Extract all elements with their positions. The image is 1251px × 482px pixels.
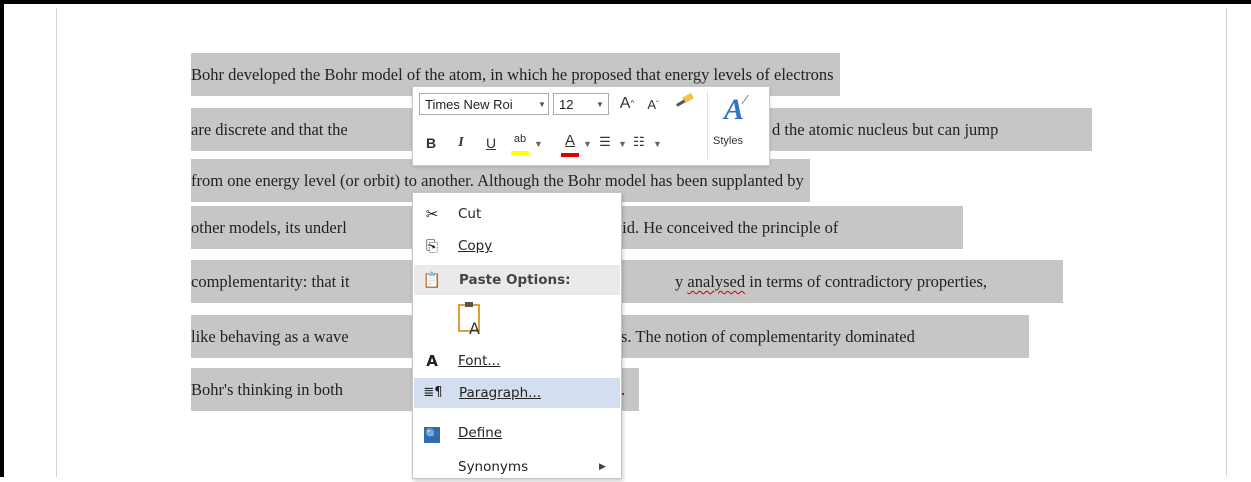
chevron-down-icon[interactable]: ▼ xyxy=(534,139,543,149)
chevron-down-icon[interactable]: ▼ xyxy=(583,139,592,149)
doc-line-5[interactable]: complementarity: that it y analysed in t… xyxy=(191,260,1063,303)
highlight-icon: ab xyxy=(513,133,527,145)
format-painter-icon xyxy=(676,92,694,107)
doc-line-text: other models, its underl xyxy=(191,218,347,237)
doc-line-text: Bohr's thinking in both xyxy=(191,380,343,399)
menu-item-label: Font... xyxy=(458,353,501,369)
menu-item-label: Define xyxy=(458,425,503,441)
misspelled-word[interactable]: analysed xyxy=(687,272,745,291)
numbering-button[interactable]: ☷ xyxy=(629,132,649,152)
font-color-icon: A xyxy=(564,132,575,149)
menu-header-paste-options: 📋 Paste Options: xyxy=(414,265,620,295)
bold-button[interactable]: B xyxy=(423,133,439,153)
svg-text:A: A xyxy=(469,319,480,337)
chevron-down-icon[interactable]: ▼ xyxy=(618,139,627,149)
menu-item-paragraph[interactable]: ≣¶ Paragraph... xyxy=(414,378,620,408)
doc-line-text: are discrete and that the xyxy=(191,120,348,139)
copy-icon: ⎘ xyxy=(425,237,438,255)
underline-icon: U xyxy=(485,135,497,151)
shrink-font-button[interactable]: Aˇ xyxy=(643,95,663,115)
bullets-icon: ☰ xyxy=(599,134,611,149)
doc-line-text: like behaving as a wave xyxy=(191,327,349,346)
styles-button[interactable]: Styles xyxy=(713,135,743,147)
doc-line-text: y xyxy=(675,272,688,291)
menu-item-label: Copy xyxy=(458,238,493,254)
bullets-button[interactable]: ☰ xyxy=(595,132,615,152)
chevron-down-icon[interactable]: ▼ xyxy=(653,139,662,149)
styles-label: Styles xyxy=(713,135,743,147)
font-color-swatch xyxy=(561,153,579,157)
font-name-combobox[interactable]: Times New Roi ▼ xyxy=(419,93,549,115)
font-name-value: Times New Roi xyxy=(425,97,513,112)
highlight-button[interactable]: ab xyxy=(509,129,531,155)
menu-item-copy[interactable]: ⎘ Copy xyxy=(413,231,621,261)
menu-item-label: Paste Options: xyxy=(459,272,571,288)
doc-line-text: complementarity: that it xyxy=(191,272,350,291)
menu-item-label: Synonyms xyxy=(458,459,529,475)
paste-keep-text-only-icon: A xyxy=(458,302,480,338)
context-menu: ✂ Cut ⎘ Copy 📋 Paste Options: A A Font..… xyxy=(412,192,622,479)
doc-line-text: d the atomic nucleus but can jump xyxy=(772,120,999,139)
format-painter-button[interactable] xyxy=(671,92,697,116)
clipboard-icon: 📋 xyxy=(422,271,442,289)
doc-line-text: valid. He conceived the principle of xyxy=(602,218,839,237)
doc-line-text: s. The notion of complementarity dominat… xyxy=(621,327,915,346)
menu-item-label: Cut xyxy=(458,206,482,222)
page-right-edge xyxy=(1226,8,1227,477)
page-left-edge xyxy=(56,8,57,477)
define-icon: 🔍 xyxy=(424,427,440,443)
shrink-font-icon: A xyxy=(647,97,656,112)
mini-toolbar: Times New Roi ▼ 12 ▼ A^ Aˇ B I U ab ▼ A … xyxy=(412,86,770,166)
menu-item-synonyms[interactable]: Synonyms ▶ xyxy=(413,452,621,482)
numbering-icon: ☷ xyxy=(633,134,645,149)
paragraph-icon: ≣¶ xyxy=(423,385,443,400)
chevron-right-icon: ▶ xyxy=(599,462,606,472)
italic-icon: I xyxy=(458,135,464,150)
scissors-icon: ✂ xyxy=(425,205,439,223)
font-size-value: 12 xyxy=(559,97,574,112)
doc-line-text: from one energy level (or orbit) to anot… xyxy=(191,171,804,190)
underline-button[interactable]: U xyxy=(483,133,499,153)
bold-icon: B xyxy=(425,135,437,151)
doc-line-text: Bohr developed the Bohr model of the ato… xyxy=(191,65,834,84)
menu-item-font[interactable]: A Font... xyxy=(413,346,621,376)
font-size-combobox[interactable]: 12 ▼ xyxy=(553,93,609,115)
paste-keep-text-only-button[interactable]: A xyxy=(457,301,487,338)
italic-button[interactable]: I xyxy=(453,133,469,153)
doc-line-text: in terms of contradictory properties, xyxy=(745,272,988,291)
toolbar-divider xyxy=(707,91,708,159)
font-icon: A xyxy=(426,352,438,370)
styles-icon[interactable]: A⁄ xyxy=(724,93,746,127)
font-color-button[interactable]: A xyxy=(561,131,579,157)
menu-item-label: Paragraph... xyxy=(459,385,542,401)
chevron-down-icon[interactable]: ▼ xyxy=(596,94,604,116)
highlight-color-swatch xyxy=(511,151,529,155)
menu-item-cut[interactable]: ✂ Cut xyxy=(413,199,621,229)
grow-font-button[interactable]: A^ xyxy=(617,94,637,114)
grow-font-icon: A xyxy=(619,95,631,112)
menu-item-define[interactable]: 🔍 Define xyxy=(413,418,621,448)
chevron-down-icon[interactable]: ▼ xyxy=(538,94,546,116)
